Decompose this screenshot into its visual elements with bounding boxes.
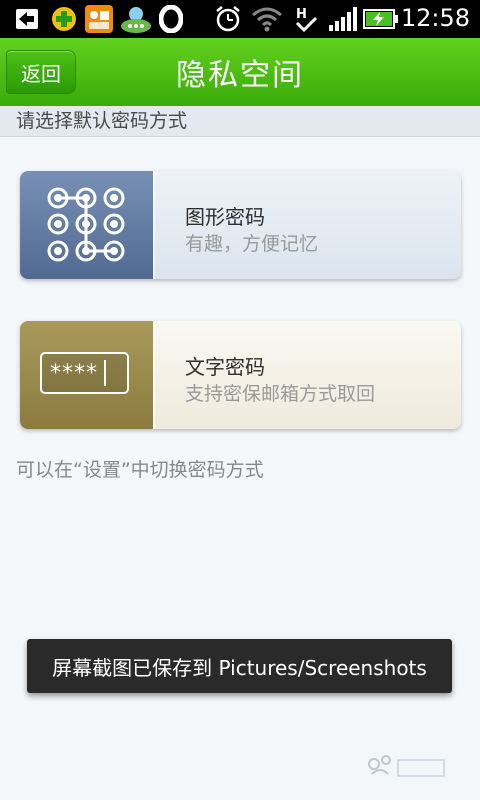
plus-circle-icon [50, 5, 78, 33]
status-bar: H 12:58 [0, 0, 480, 38]
svg-text:H: H [296, 7, 307, 22]
opera-icon [158, 5, 184, 33]
text-icon-panel: **** [20, 321, 153, 429]
signal-bars-icon [327, 5, 357, 33]
back-button[interactable]: 返回 [6, 50, 76, 94]
pattern-option-title: 图形密码 [185, 205, 265, 229]
h-signal-icon: H [293, 5, 319, 33]
pattern-icon-panel [20, 171, 153, 279]
battery-charging-icon [363, 5, 399, 33]
pattern-password-option[interactable]: 图形密码 有趣，方便记忆 [20, 171, 461, 279]
text-option-text: 文字密码 支持密保邮箱方式取回 [153, 321, 461, 429]
text-option-title: 文字密码 [185, 355, 265, 379]
wifi-icon [251, 5, 283, 33]
status-time: 12:58 [400, 4, 470, 32]
settings-hint: 可以在“设置”中切换密码方式 [16, 459, 264, 481]
app-icon [85, 5, 113, 33]
chat-icon [119, 5, 153, 33]
back-arrow-icon [14, 5, 40, 33]
section-heading: 请选择默认密码方式 [0, 106, 480, 137]
text-password-option[interactable]: **** 文字密码 支持密保邮箱方式取回 [20, 321, 461, 429]
cursor-icon [104, 360, 106, 386]
screenshot-toast: 屏幕截图已保存到 Pictures/Screenshots [27, 639, 452, 693]
password-field-icon: **** [40, 352, 129, 394]
pattern-option-subtitle: 有趣，方便记忆 [185, 233, 319, 255]
watermark-logo [364, 752, 450, 782]
text-option-subtitle: 支持密保邮箱方式取回 [185, 383, 376, 405]
header-bar: 隐私空间 返回 [0, 38, 480, 106]
alarm-icon [214, 5, 242, 33]
pattern-lock-icon [47, 187, 125, 262]
pattern-option-text: 图形密码 有趣，方便记忆 [153, 171, 461, 279]
password-mask: **** [50, 360, 98, 386]
